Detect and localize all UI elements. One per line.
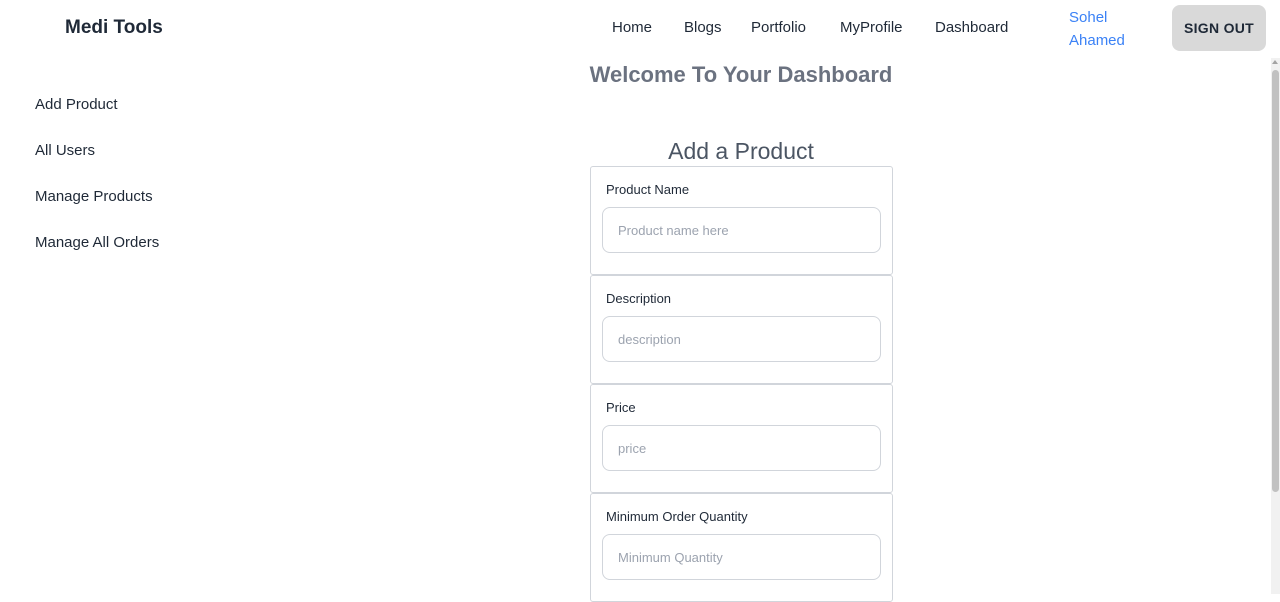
product-name-card: Product Name: [590, 166, 893, 275]
minimum-quantity-input[interactable]: [602, 534, 881, 580]
nav-links: Home Blogs Portfolio MyProfile Dashboard…: [0, 0, 1280, 58]
sign-out-button[interactable]: SIGN OUT: [1172, 5, 1266, 51]
scrollbar-thumb[interactable]: [1272, 70, 1279, 492]
minimum-quantity-card: Minimum Order Quantity: [590, 493, 893, 602]
nav-link-blogs[interactable]: Blogs: [684, 19, 722, 36]
sidebar-item-manage-products[interactable]: Manage Products: [35, 188, 153, 205]
price-input[interactable]: [602, 425, 881, 471]
scroll-up-arrow-icon[interactable]: [1272, 60, 1278, 64]
nav-link-myprofile[interactable]: MyProfile: [840, 19, 903, 36]
nav-link-home[interactable]: Home: [612, 19, 652, 36]
price-card: Price: [590, 384, 893, 493]
nav-link-dashboard[interactable]: Dashboard: [935, 19, 1008, 36]
nav-link-portfolio[interactable]: Portfolio: [751, 19, 806, 36]
price-label: Price: [606, 400, 636, 415]
description-card: Description: [590, 275, 893, 384]
form-title: Add a Product: [668, 138, 814, 164]
product-name-input[interactable]: [602, 207, 881, 253]
minimum-quantity-label: Minimum Order Quantity: [606, 509, 748, 524]
page-title-wrapper: Welcome To Your Dashboard: [0, 62, 1280, 88]
top-navbar: Medi Tools Home Blogs Portfolio MyProfil…: [0, 0, 1280, 58]
description-input[interactable]: [602, 316, 881, 362]
page-scrollbar[interactable]: [1271, 58, 1280, 594]
page-title: Welcome To Your Dashboard: [589, 62, 893, 87]
sidebar-item-add-product[interactable]: Add Product: [35, 96, 118, 113]
user-name-link[interactable]: Sohel Ahamed: [1069, 6, 1149, 52]
product-name-label: Product Name: [606, 182, 690, 197]
description-label: Description: [606, 291, 672, 306]
sidebar-item-all-users[interactable]: All Users: [35, 142, 95, 159]
sidebar-item-manage-all-orders[interactable]: Manage All Orders: [35, 234, 159, 251]
